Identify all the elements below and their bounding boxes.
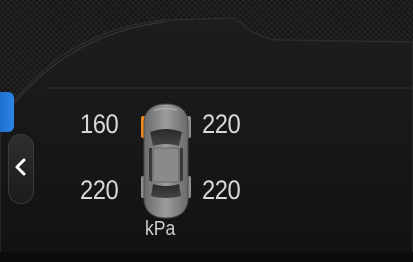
front-left-pressure: 160 bbox=[80, 109, 119, 139]
tire-pressure-screen: 160 220 220 220 kPa bbox=[0, 0, 413, 262]
back-button[interactable] bbox=[8, 134, 34, 204]
pressure-unit-label: kPa bbox=[145, 218, 176, 240]
blue-accent-bar bbox=[0, 92, 14, 132]
rear-right-pressure: 220 bbox=[202, 175, 241, 205]
car-top-view-icon bbox=[131, 102, 201, 220]
front-right-pressure: 220 bbox=[202, 109, 241, 139]
rear-left-pressure: 220 bbox=[80, 175, 119, 205]
chevron-left-icon bbox=[14, 158, 28, 181]
